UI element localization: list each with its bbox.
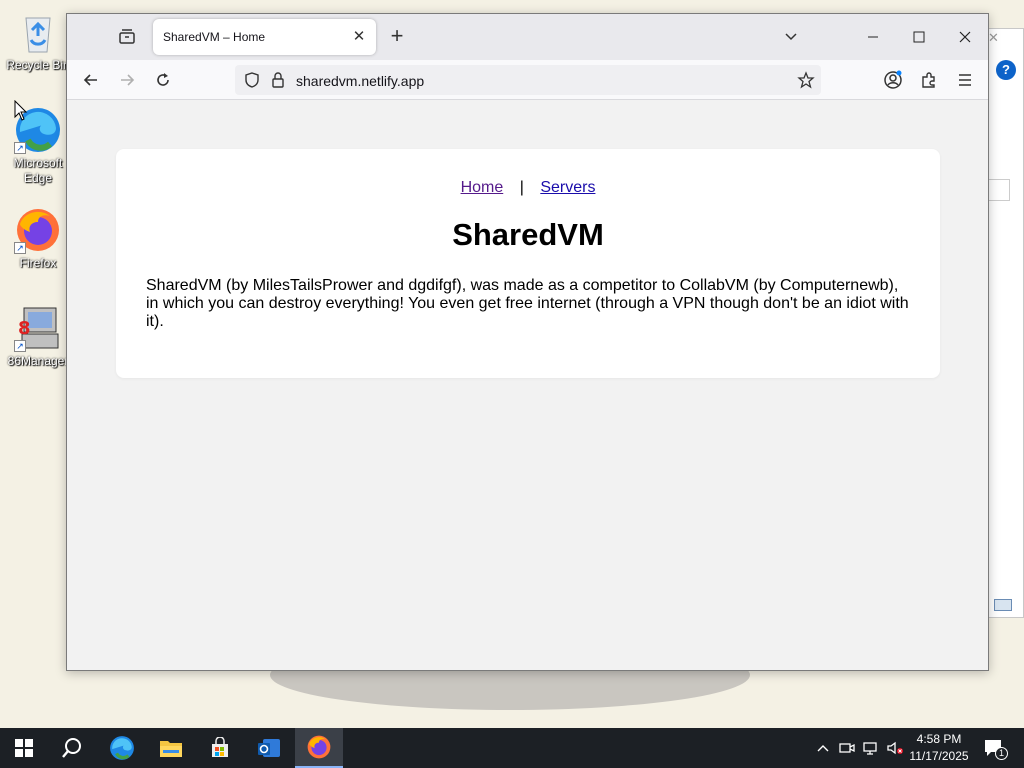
folder-icon xyxy=(160,741,182,757)
desktop-icon-86manager[interactable]: 8 ↗ 86Manager xyxy=(0,304,76,369)
background-window[interactable]: ✕ ? xyxy=(985,28,1024,618)
notification-count-badge: 1 xyxy=(995,747,1008,760)
search-icon xyxy=(62,738,81,758)
page-description: SharedVM (by MilesTailsPrower and dgdifg… xyxy=(146,277,909,330)
page-content: Home | Servers SharedVM SharedVM (by Mil… xyxy=(67,100,988,670)
edge-icon xyxy=(110,736,134,760)
close-tab-icon[interactable]: ✕ xyxy=(350,28,368,46)
page-title: SharedVM xyxy=(452,217,604,252)
help-icon[interactable]: ? xyxy=(996,60,1016,80)
tab-bar: SharedVM – Home ✕ + xyxy=(67,14,988,60)
taskbar-file-explorer[interactable] xyxy=(147,728,195,768)
bookmark-star-icon[interactable] xyxy=(797,71,815,94)
system-clock[interactable]: 4:58 PM 11/17/2025 xyxy=(905,731,973,765)
maximize-icon[interactable] xyxy=(905,24,933,50)
firefox-icon: ↗ xyxy=(14,206,62,254)
desktop-icon-recycle-bin[interactable]: Recycle Bin xyxy=(0,8,76,73)
notification-center-button[interactable]: 1 xyxy=(980,728,1008,768)
forward-icon[interactable] xyxy=(113,67,141,93)
clock-date: 11/17/2025 xyxy=(909,749,969,763)
lock-icon[interactable] xyxy=(269,71,287,94)
close-icon[interactable]: ✕ xyxy=(988,31,1002,45)
tab-sharedvm-home[interactable]: SharedVM – Home ✕ xyxy=(153,19,376,55)
clock-time: 4:58 PM xyxy=(916,732,962,746)
new-tab-icon[interactable]: + xyxy=(385,25,409,49)
desktop-icon-label: Recycle Bin xyxy=(6,58,70,72)
network-icon[interactable] xyxy=(860,728,882,768)
nav-link-home[interactable]: Home xyxy=(461,179,504,196)
outlook-icon xyxy=(258,739,280,757)
taskbar-firefox[interactable] xyxy=(295,728,343,768)
firefox-view-icon[interactable] xyxy=(115,25,139,49)
search-field-fragment[interactable] xyxy=(986,179,1010,201)
menu-icon[interactable] xyxy=(951,67,979,93)
store-icon xyxy=(212,737,228,757)
windows-logo-icon xyxy=(15,739,33,757)
desktop-icon-label: 86Manager xyxy=(7,354,69,368)
list-all-tabs-icon[interactable] xyxy=(777,24,805,50)
taskbar: 4:58 PM 11/17/2025 1 xyxy=(0,728,1024,768)
site-nav: Home | Servers xyxy=(116,179,940,197)
tab-title: SharedVM – Home xyxy=(163,30,266,44)
86manager-icon: 8 ↗ xyxy=(14,304,62,352)
account-icon[interactable] xyxy=(879,67,907,93)
taskbar-outlook[interactable] xyxy=(245,728,293,768)
nav-link-servers[interactable]: Servers xyxy=(540,179,595,196)
recycle-bin-icon xyxy=(14,8,62,56)
desktop-icon-firefox[interactable]: ↗ Firefox xyxy=(0,206,76,271)
close-window-icon[interactable] xyxy=(951,24,979,50)
extensions-icon[interactable] xyxy=(915,67,943,93)
url-bar[interactable]: sharedvm.netlify.app xyxy=(235,65,821,95)
url-text[interactable]: sharedvm.netlify.app xyxy=(296,73,424,89)
firefox-window: SharedVM – Home ✕ + sharedvm.netlify.app… xyxy=(66,13,989,671)
volume-muted-icon[interactable] xyxy=(884,728,906,768)
reload-icon[interactable] xyxy=(149,67,177,93)
desktop-icon-microsoft-edge[interactable]: ↗ Microsoft Edge xyxy=(0,106,76,186)
mouse-cursor-icon xyxy=(14,99,28,127)
desktop-icon-label: Microsoft Edge xyxy=(13,156,63,185)
desktop-icon-label: Firefox xyxy=(19,256,57,270)
taskbar-microsoft-store[interactable] xyxy=(196,728,244,768)
svg-text:8: 8 xyxy=(18,318,31,339)
content-card: Home | Servers SharedVM SharedVM (by Mil… xyxy=(116,149,940,378)
back-icon[interactable] xyxy=(77,67,105,93)
start-button[interactable] xyxy=(0,728,48,768)
meet-now-icon[interactable] xyxy=(836,728,858,768)
navigation-toolbar: sharedvm.netlify.app xyxy=(67,60,988,100)
taskbar-edge[interactable] xyxy=(98,728,146,768)
nav-separator: | xyxy=(519,179,524,196)
show-hidden-icons-chevron-up-icon[interactable] xyxy=(812,728,834,768)
minimize-icon[interactable] xyxy=(859,24,887,50)
window-thumbnail-icon xyxy=(994,599,1012,611)
taskbar-search-button[interactable] xyxy=(48,728,96,768)
shield-icon[interactable] xyxy=(243,71,261,94)
firefox-icon xyxy=(307,735,331,759)
